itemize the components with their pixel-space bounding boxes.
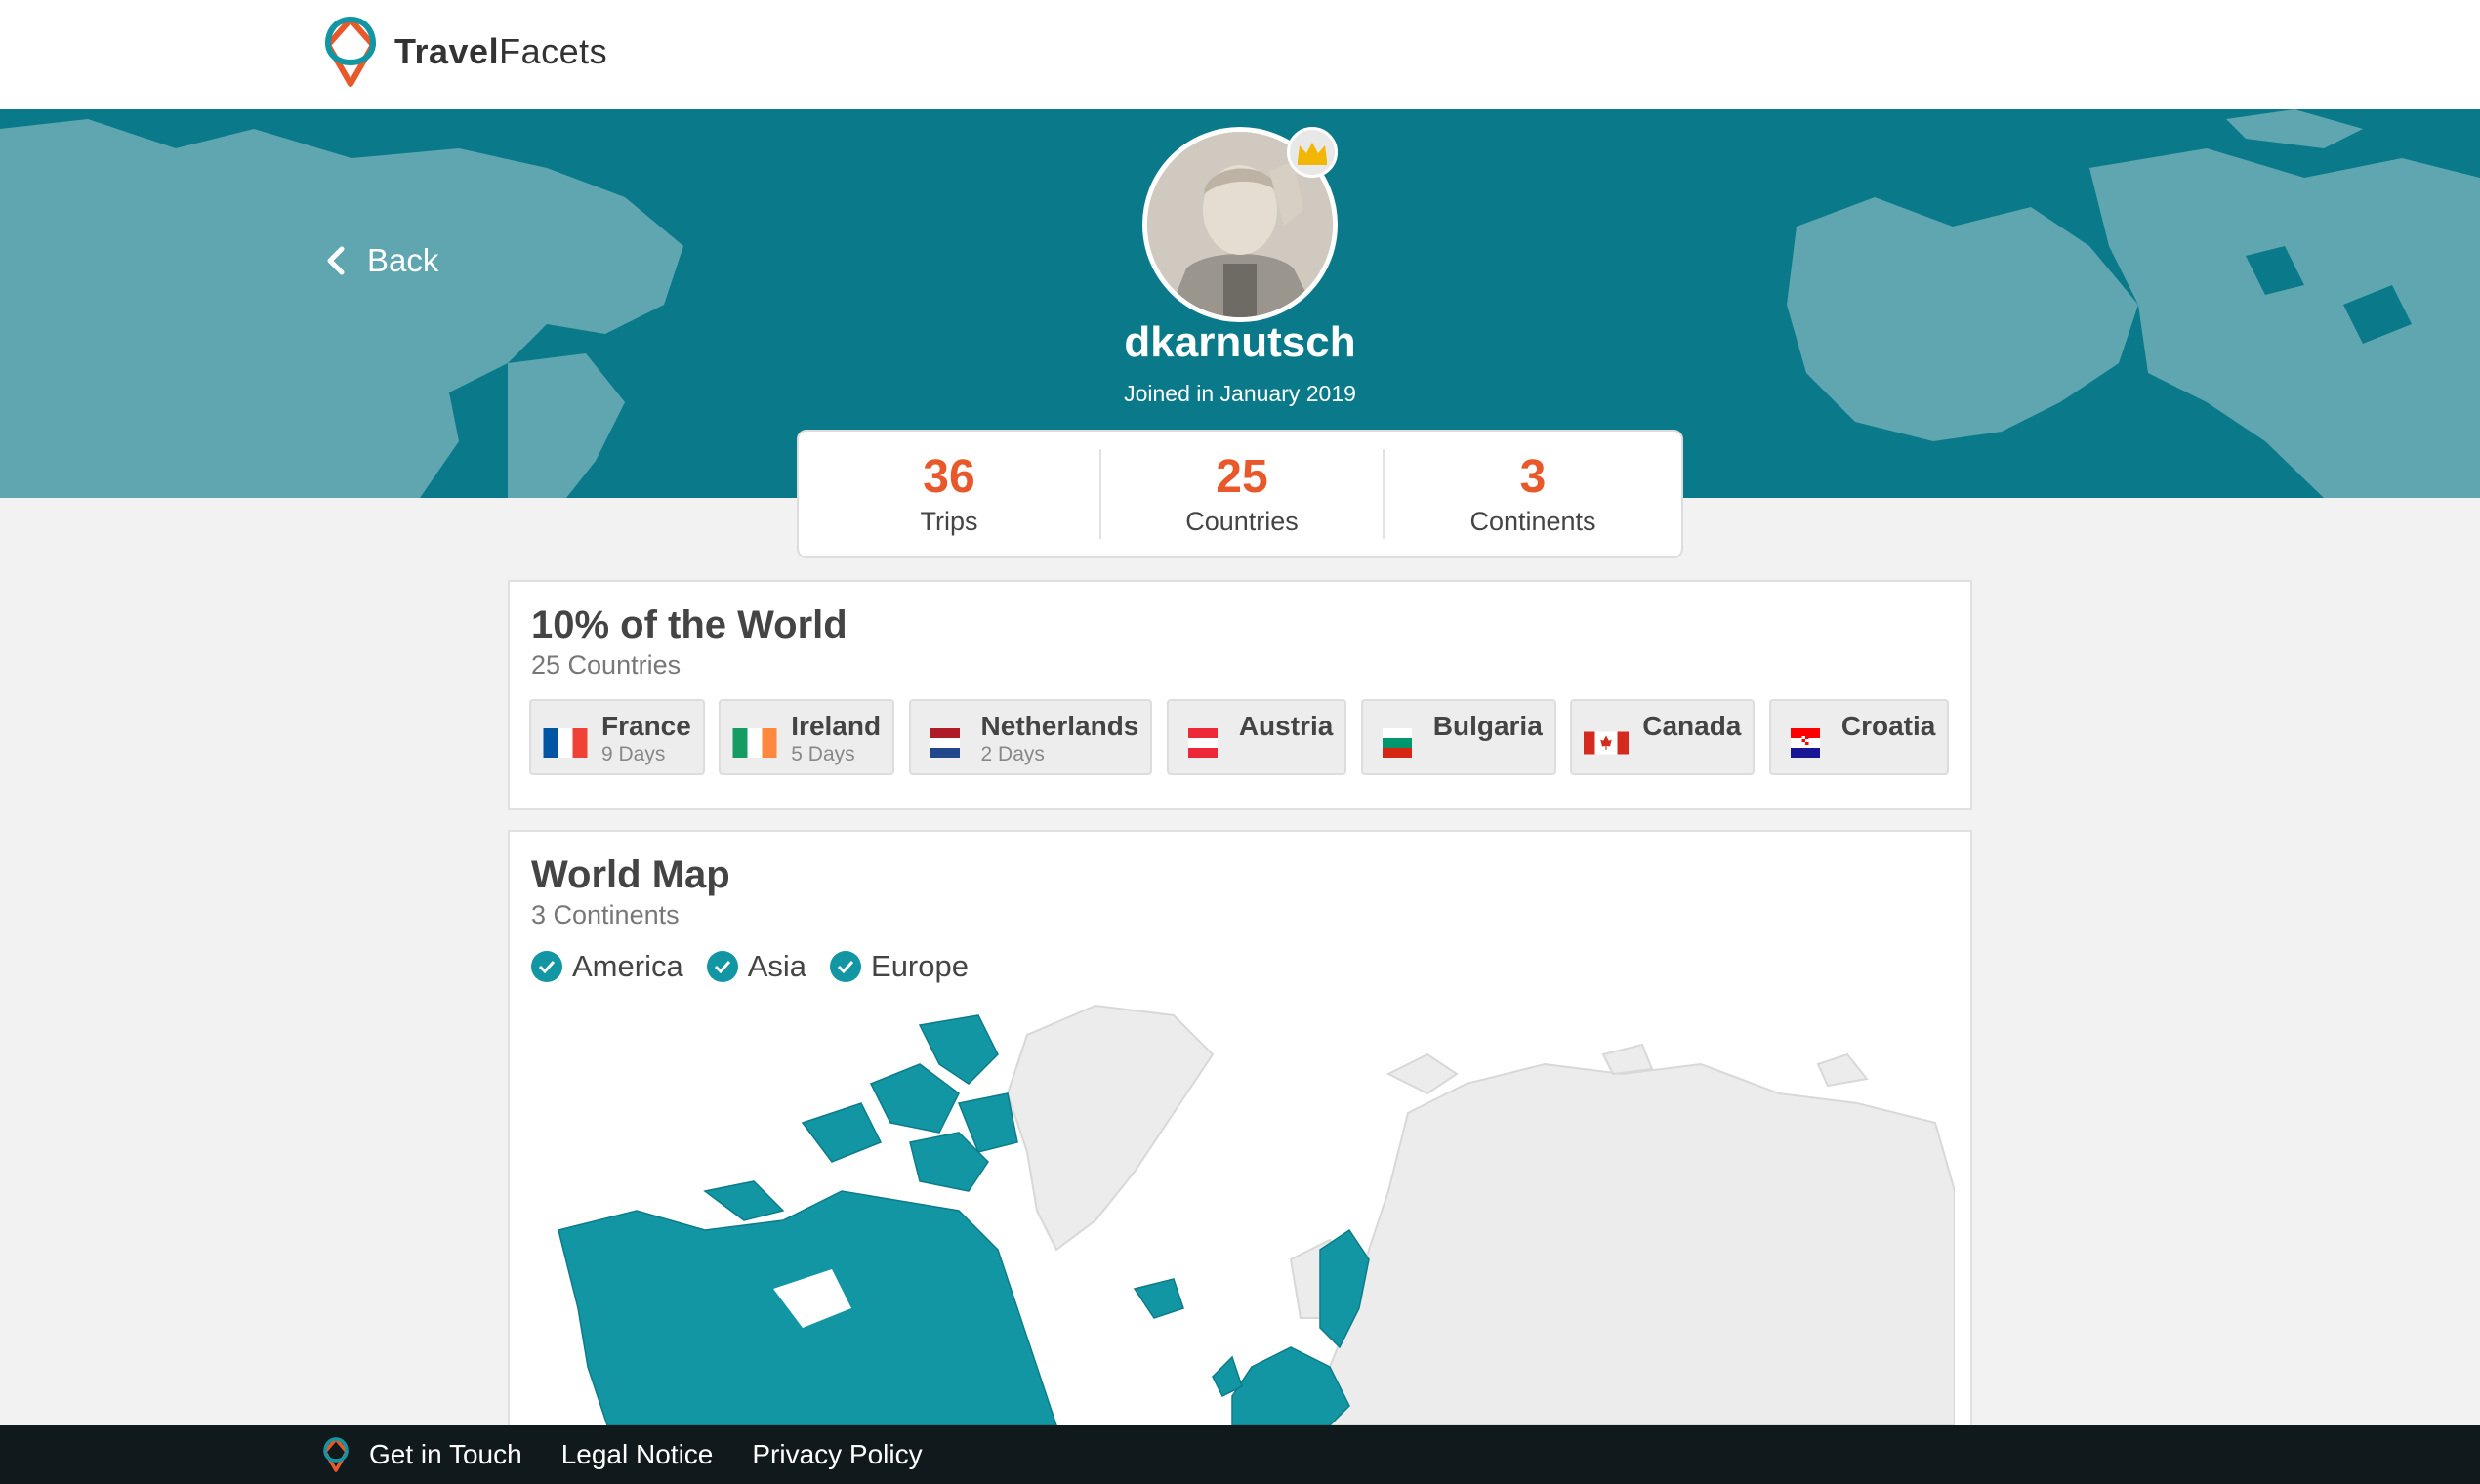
countries-card: 10% of the World 25 Countries France 9 Da…	[508, 580, 1972, 810]
stat-value: 36	[923, 451, 975, 503]
stat-countries: 25 Countries	[1099, 449, 1383, 539]
stat-value: 25	[1216, 451, 1268, 503]
flag-bulgaria-icon	[1382, 728, 1412, 758]
flag-france-icon	[543, 728, 588, 758]
logo-pin-icon	[323, 1437, 349, 1472]
stat-label: Continents	[1469, 507, 1596, 536]
flag-austria-icon	[1187, 728, 1218, 758]
country-chip-bulgaria[interactable]: Bulgaria	[1360, 699, 1556, 775]
country-chip-austria[interactable]: Austria	[1166, 699, 1347, 775]
footer-link-get-in-touch[interactable]: Get in Touch	[369, 1439, 522, 1470]
brand-name: TravelFacets	[394, 31, 608, 71]
country-chip-croatia[interactable]: Croatia	[1768, 699, 1950, 775]
country-days: 9 Days	[601, 743, 666, 765]
country-name: Canada	[1642, 711, 1742, 741]
country-name: Croatia	[1840, 711, 1936, 741]
footer-link-legal-notice[interactable]: Legal Notice	[561, 1439, 714, 1470]
country-chip-netherlands[interactable]: Netherlands 2 Days	[908, 699, 1153, 775]
back-button[interactable]: Back	[322, 242, 438, 279]
stat-label: Countries	[1185, 507, 1299, 536]
footer: Get in Touch Legal Notice Privacy Policy	[0, 1425, 2480, 1484]
flag-croatia-icon	[1790, 728, 1820, 758]
continent-item[interactable]: Europe	[830, 949, 969, 984]
countries-card-title: 10% of the World	[531, 603, 847, 646]
check-circle-icon	[531, 951, 562, 982]
avatar-container[interactable]	[1142, 127, 1338, 322]
continent-label: Europe	[871, 949, 969, 983]
stat-value: 3	[1519, 451, 1547, 503]
map-card-title: World Map	[531, 853, 730, 896]
country-days: 2 Days	[980, 743, 1045, 765]
footer-link-privacy-policy[interactable]: Privacy Policy	[752, 1439, 922, 1470]
map-card-subtitle: 3 Continents	[531, 900, 680, 929]
country-name: Netherlands	[980, 711, 1139, 741]
world-map[interactable]	[549, 996, 1955, 1425]
flag-canada-icon	[1584, 731, 1630, 755]
stat-label: Trips	[920, 507, 978, 536]
country-chip-france[interactable]: France 9 Days	[529, 699, 705, 775]
country-chip-canada[interactable]: Canada	[1570, 699, 1756, 775]
country-name: France	[601, 711, 691, 741]
crown-icon	[1298, 143, 1327, 165]
stat-trips: 36 Trips	[799, 449, 1099, 539]
country-name: Ireland	[791, 711, 882, 741]
check-circle-icon	[830, 951, 862, 982]
flag-ireland-icon	[732, 728, 777, 758]
profile-joined-date: Joined in January 2019	[1124, 381, 1356, 406]
top-bar: TravelFacets	[0, 0, 2480, 109]
continent-label: America	[572, 949, 683, 983]
world-map-card: World Map 3 Continents America Asia Euro…	[508, 830, 1972, 1484]
stats-panel: 36 Trips 25 Countries 3 Continents	[797, 430, 1683, 558]
continent-label: Asia	[747, 949, 807, 983]
country-days: 5 Days	[791, 743, 855, 765]
continent-list: America Asia Europe	[531, 949, 992, 984]
country-name: Bulgaria	[1432, 711, 1543, 741]
chevron-left-icon	[327, 246, 345, 275]
country-chip-list[interactable]: France 9 Days Ireland 5 Days Netherlands 2 …	[529, 699, 1951, 777]
stat-continents: 3 Continents	[1383, 449, 1681, 539]
brand-logo[interactable]: TravelFacets	[322, 16, 607, 88]
country-chip-ireland[interactable]: Ireland 5 Days	[719, 699, 895, 775]
back-label: Back	[367, 242, 439, 278]
country-name: Austria	[1238, 711, 1334, 741]
continent-item[interactable]: America	[531, 949, 683, 984]
flag-netherlands-icon	[930, 728, 960, 758]
countries-card-subtitle: 25 Countries	[531, 650, 682, 680]
check-circle-icon	[706, 951, 738, 982]
continent-item[interactable]: Asia	[706, 949, 807, 984]
crown-badge	[1287, 127, 1338, 178]
profile-username: dkarnutsch	[1124, 318, 1356, 366]
logo-pin-icon	[324, 16, 377, 87]
